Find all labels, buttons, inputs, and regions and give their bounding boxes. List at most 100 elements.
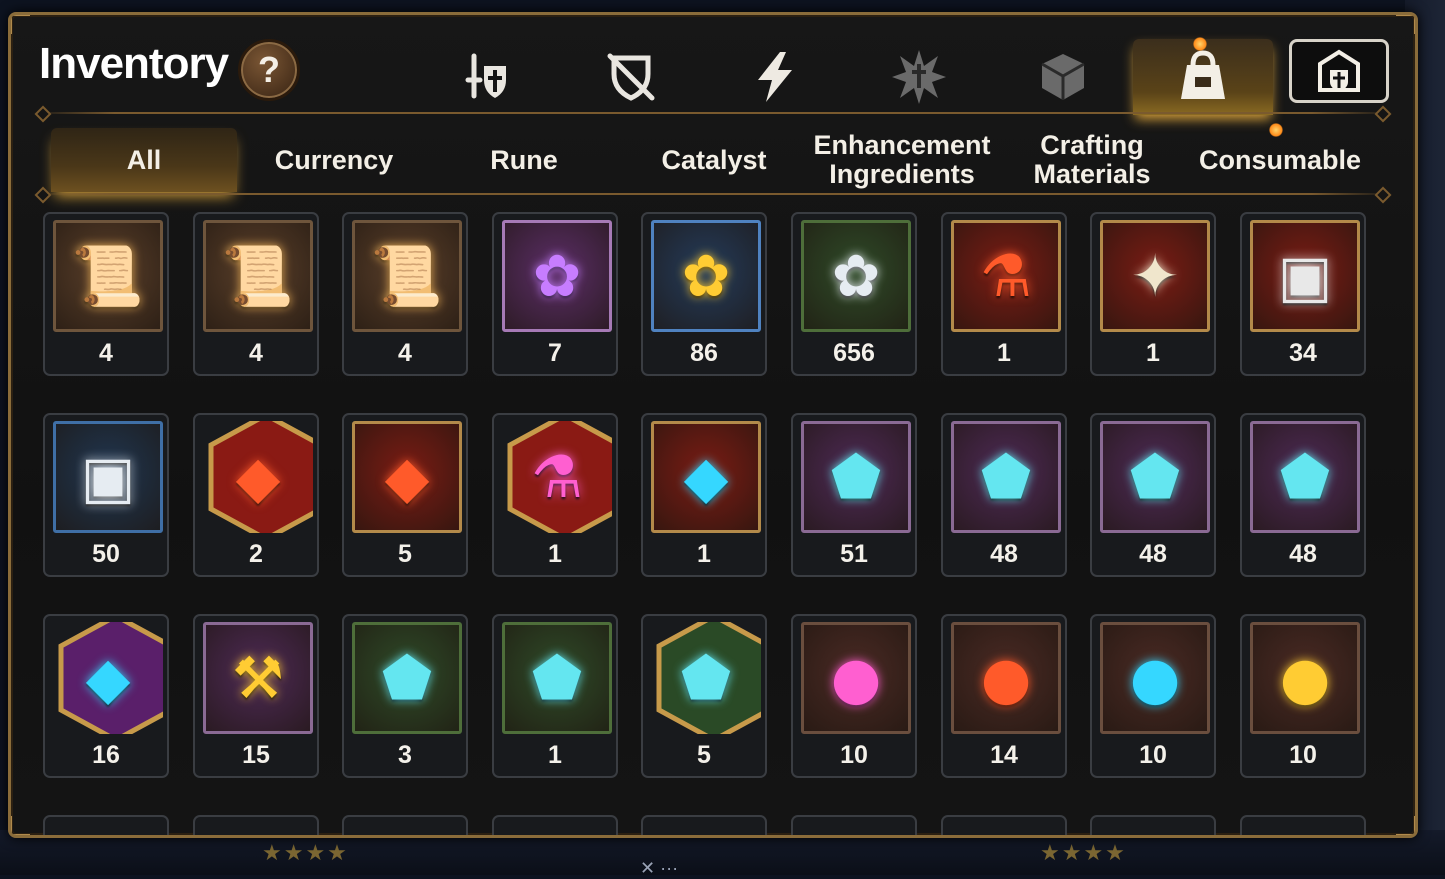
frost-orb-icon: ● (1129, 644, 1181, 712)
item-slot-partial[interactable] (342, 815, 468, 835)
item-slot-partial[interactable] (1240, 815, 1366, 835)
tab-no-equipment[interactable] (571, 39, 691, 115)
item-icon-frame: ▣ (1250, 220, 1360, 332)
item-slot[interactable]: ✿ 7 (492, 212, 618, 376)
item-slot-partial[interactable] (492, 815, 618, 835)
item-slot[interactable]: ◆ 16 (43, 614, 169, 778)
help-button[interactable]: ? (238, 39, 300, 101)
item-icon-frame: ◆ (352, 421, 462, 533)
gold-hammer-stone-icon: ⚒ (232, 644, 284, 712)
item-slot[interactable]: ◆ 2 (193, 413, 319, 577)
item-quantity: 1 (548, 540, 562, 568)
item-quantity: 48 (990, 540, 1018, 568)
item-slot[interactable]: ⬟ 48 (941, 413, 1067, 577)
background-stars-icon: ★★★★ (1040, 840, 1127, 865)
frame-corner (1396, 816, 1415, 835)
item-icon-frame: ⬟ (1250, 421, 1360, 533)
subtab-enhancement-ingredients[interactable]: Enhancement Ingredients (807, 128, 997, 192)
tab-artifacts[interactable] (859, 39, 979, 115)
item-quantity: 1 (548, 741, 562, 769)
red-star-gem-icon: ◆ (235, 443, 281, 511)
subtab-rune[interactable]: Rune (429, 128, 619, 192)
item-quantity: 5 (398, 540, 412, 568)
item-slot[interactable]: ● 14 (941, 614, 1067, 778)
item-slot[interactable]: 📜 4 (342, 212, 468, 376)
cyan-star-gem-icon: ◆ (85, 644, 131, 712)
moon-orb-icon: ● (830, 644, 882, 712)
fire-hammer-gem-icon: ◆ (384, 443, 430, 511)
item-slot[interactable]: ✦ 1 (1090, 212, 1216, 376)
item-icon-frame: ⬟ (502, 622, 612, 734)
silver-flower-icon: ✿ (831, 242, 881, 310)
item-slot[interactable]: ● 10 (791, 614, 917, 778)
notification-dot-icon (1269, 123, 1283, 137)
item-slot-partial[interactable] (193, 815, 319, 835)
item-slot[interactable]: ⚒ 15 (193, 614, 319, 778)
close-hint-icon[interactable]: ✕ ··· (640, 858, 678, 879)
tab-hero-equipment[interactable] (427, 39, 547, 115)
item-icon-frame: ● (801, 622, 911, 734)
item-slot[interactable]: ● 10 (1240, 614, 1366, 778)
item-slot[interactable]: ◆ 5 (342, 413, 468, 577)
item-quantity: 50 (92, 540, 120, 568)
item-quantity: 48 (1139, 540, 1167, 568)
background-stars-icon: ★★★★ (262, 840, 349, 865)
subtab-all[interactable]: All (51, 128, 237, 192)
item-quantity: 16 (92, 741, 120, 769)
item-slot-partial[interactable] (1090, 815, 1216, 835)
inventory-panel: Inventory ? All Currency Rune Catalyst E… (8, 12, 1418, 838)
item-slot[interactable]: 📜 4 (193, 212, 319, 376)
item-icon-frame: ⬟ (801, 421, 911, 533)
item-slot[interactable]: ● 10 (1090, 614, 1216, 778)
star-wand-icon: ✦ (1130, 242, 1180, 310)
item-icon-frame: ⚒ (203, 622, 313, 734)
item-slot-partial[interactable] (791, 815, 917, 835)
item-slot[interactable]: ▣ 50 (43, 413, 169, 577)
lightning-icon (758, 52, 792, 102)
item-slot-partial[interactable] (641, 815, 767, 835)
item-slot[interactable]: ⬟ 48 (1240, 413, 1366, 577)
item-slot-partial[interactable] (941, 815, 1067, 835)
item-slot[interactable]: ◆ 1 (641, 413, 767, 577)
item-slot[interactable]: ⬟ 48 (1090, 413, 1216, 577)
item-slot[interactable]: ▣ 34 (1240, 212, 1366, 376)
item-quantity: 3 (398, 741, 412, 769)
tab-energy[interactable] (715, 39, 835, 115)
item-slot[interactable]: ⬟ 3 (342, 614, 468, 778)
subtab-consumable[interactable]: Consumable (1185, 128, 1375, 192)
item-slot[interactable]: ⚗ 1 (941, 212, 1067, 376)
frame-corner (11, 15, 30, 34)
item-slot[interactable]: ✿ 86 (641, 212, 767, 376)
blue-hammer-gem-icon: ◆ (683, 443, 729, 511)
item-quantity: 2 (249, 540, 263, 568)
tab-storage[interactable] (1289, 39, 1389, 103)
sun-orb-icon: ● (1279, 644, 1331, 712)
subtab-divider (33, 193, 1393, 195)
item-icon-frame: 📜 (352, 220, 462, 332)
subtab-catalyst[interactable]: Catalyst (619, 128, 809, 192)
sword-stone-icon: ⬟ (830, 443, 882, 511)
item-slot[interactable]: ✿ 656 (791, 212, 917, 376)
item-quantity: 10 (840, 741, 868, 769)
silver-box-icon: ▣ (80, 443, 136, 511)
item-icon-frame: ✿ (502, 220, 612, 332)
item-slot[interactable]: 📜 4 (43, 212, 169, 376)
boot-stone-icon: ⬟ (1279, 443, 1331, 511)
item-quantity: 4 (99, 339, 113, 367)
subtab-currency[interactable]: Currency (239, 128, 429, 192)
vault-icon (1318, 49, 1360, 92)
item-icon-frame: ◆ (651, 421, 761, 533)
item-slot[interactable]: ⬟ 51 (791, 413, 917, 577)
item-icon-frame: ⚗ (951, 220, 1061, 332)
item-quantity: 51 (840, 540, 868, 568)
notification-dot-icon (1193, 37, 1207, 51)
item-icon-frame: ● (951, 622, 1061, 734)
item-slot[interactable]: ⚗ 1 (492, 413, 618, 577)
tab-bag[interactable] (1133, 37, 1273, 115)
tab-materials[interactable] (1003, 39, 1123, 115)
item-slot-partial[interactable] (43, 815, 169, 835)
item-slot[interactable]: ⬟ 5 (641, 614, 767, 778)
item-icon-frame: ⬟ (1100, 421, 1210, 533)
item-slot[interactable]: ⬟ 1 (492, 614, 618, 778)
subtab-crafting-materials[interactable]: Crafting Materials (997, 128, 1187, 192)
